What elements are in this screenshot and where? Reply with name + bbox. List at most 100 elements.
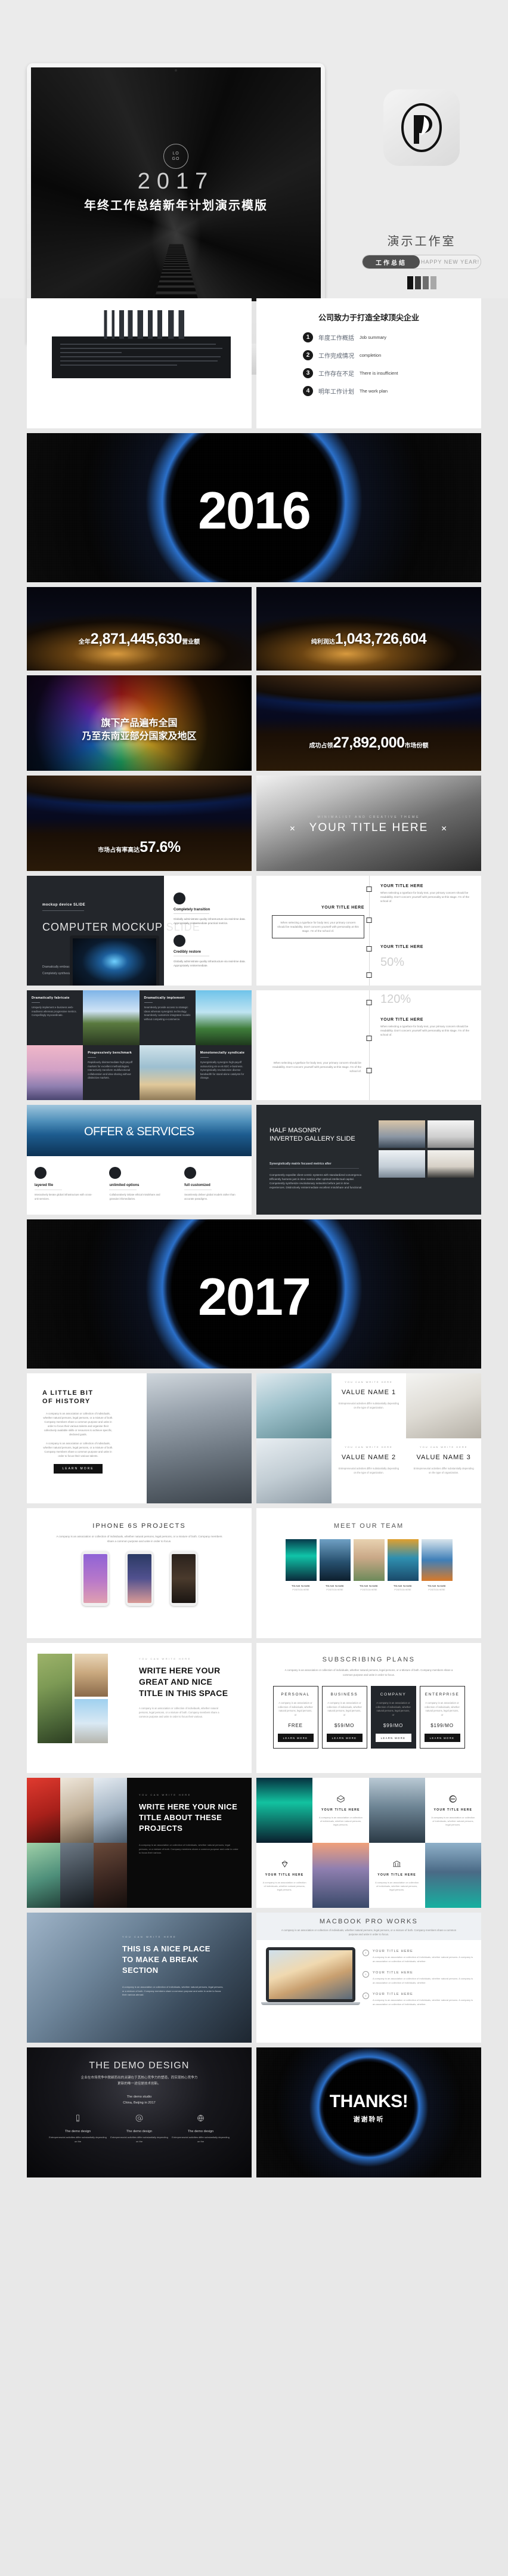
- agenda-label-cn: 明年工作计划: [318, 389, 354, 396]
- agenda-label-en: completion: [360, 353, 382, 358]
- slide-stat-market[interactable]: 成功占领27,892,000市场份额: [256, 675, 481, 771]
- cell-body: Uniquely implement e-business web-readin…: [32, 1006, 77, 1017]
- team-member[interactable]: TEAM NAME POSITION HERE: [285, 1539, 317, 1591]
- slide-team[interactable]: MEET OUR TEAM TEAM NAME POSITION HERE TE…: [256, 1508, 481, 1638]
- slide-stat-coverage[interactable]: 旗下产品遍布全国 乃至东南亚部分国家及地区: [27, 675, 252, 771]
- grid-photo-cell: [425, 1843, 481, 1908]
- coverage-text: 旗下产品遍布全国 乃至东南亚部分国家及地区: [27, 717, 252, 743]
- slide-photo-grid[interactable]: Dramatically fabricate Uniquely implemen…: [27, 990, 252, 1100]
- feature-body: Globally administrate quality infrastruc…: [174, 918, 246, 925]
- slide-intro-city[interactable]: [27, 298, 252, 428]
- demo-column: The demo design Entrepreneurial activiti…: [171, 2114, 231, 2143]
- slide-timeline[interactable]: YOUR TITLE HERE When selecting a typefac…: [256, 876, 481, 986]
- slide-break-section[interactable]: YOU CAN WRITE HERE THIS IS A NICE PLACE …: [27, 1913, 252, 2043]
- slide-history[interactable]: A LITTLE BIT OF HISTORY A company is an …: [27, 1373, 252, 1503]
- slide-timeline-2[interactable]: 120% YOUR TITLE HERE When selecting a ty…: [256, 990, 481, 1100]
- team-member[interactable]: TEAM NAME POSITION HERE: [387, 1539, 419, 1591]
- origami-icon: [337, 1794, 345, 1803]
- thanks-text: THANKS! 谢谢聆听: [256, 2092, 481, 2124]
- value-body: Entrepreneurial activities differ substa…: [413, 1467, 474, 1474]
- team-member[interactable]: TEAM NAME POSITION HERE: [421, 1539, 453, 1591]
- grid-text-cell: YOUR TITLE HERE A company is an associat…: [369, 1843, 425, 1908]
- bank-icon: [393, 1860, 401, 1867]
- plan-card[interactable]: BUSINESS A company is an association or …: [321, 1686, 367, 1749]
- tagline-primary: 工作总结: [363, 255, 420, 268]
- diamond-icon: [281, 1860, 288, 1867]
- slide-halfmasonry[interactable]: HALF MASONRY INVERTED GALLERY SLIDE Syne…: [256, 1105, 481, 1215]
- swatch: [414, 276, 421, 289]
- grid-text-cell: Dramatically fabricate Uniquely implemen…: [27, 990, 83, 1045]
- macbook-title: MACBOOK PRO WORKS: [319, 1918, 419, 1925]
- slide-demo-design[interactable]: THE DEMO DESIGN 企业在市场竞争中脱颖而出的关键在于其核心竞争力的…: [27, 2047, 252, 2177]
- list-item[interactable]: 1 年度工作概括 Job summary: [303, 332, 481, 342]
- list-item[interactable]: 3 工作存在不足 There is insufficient: [303, 368, 481, 378]
- gallery-image: [428, 1120, 474, 1148]
- write-here-text: YOU CAN WRITE HERE WRITE HERE YOUR GREAT…: [139, 1657, 228, 1719]
- slide-write-here[interactable]: YOU CAN WRITE HERE WRITE HERE YOUR GREAT…: [27, 1643, 252, 1773]
- demo-col-body: Entrepreneurial activities differ substa…: [172, 2136, 230, 2143]
- timeline-axis: [368, 990, 370, 1100]
- plan-card[interactable]: PERSONAL A company is an association or …: [272, 1686, 318, 1749]
- phone-screen-image: [171, 1554, 196, 1603]
- slide-row: YOU CAN WRITE HERE WRITE HERE YOUR GREAT…: [27, 1643, 481, 1773]
- slide-plans[interactable]: SUBSCRIBING PLANS A company is an associ…: [256, 1643, 481, 1773]
- slide-stat-share[interactable]: 市场占有率高达57.6%: [27, 776, 252, 871]
- slide-projects[interactable]: YOU CAN WRITE HERE WRITE HERE YOUR NICE …: [27, 1778, 252, 1908]
- demo-col-title: The demo design: [187, 2130, 214, 2133]
- list-item[interactable]: 2 工作完成情况 completion: [303, 350, 481, 360]
- slide-year-2016[interactable]: 2016: [27, 433, 481, 582]
- globe-icon: [197, 2115, 204, 2121]
- slide-row: YOU CAN WRITE HERE WRITE HERE YOUR NICE …: [27, 1778, 481, 1908]
- stat-suffix: 营业额: [182, 638, 200, 645]
- feature-body: A company is an association or collectio…: [373, 1977, 473, 1984]
- plan-button[interactable]: LEARN MORE: [277, 1734, 314, 1742]
- lock-icon: [34, 1167, 47, 1179]
- team-member[interactable]: TEAM NAME POSITION HERE: [353, 1539, 385, 1591]
- value-body: Entrepreneurial activities differ substa…: [338, 1402, 399, 1409]
- plan-desc: A company is an association or collectio…: [425, 1701, 460, 1716]
- feature-title: YOUR TITLE HERE: [373, 1950, 413, 1953]
- team-member[interactable]: TEAM NAME POSITION HERE: [319, 1539, 351, 1591]
- body-text-lines: [60, 344, 222, 369]
- plan-card[interactable]: COMPANY A company is an association or c…: [370, 1686, 416, 1749]
- learn-more-button[interactable]: LEARN MORE: [54, 1464, 103, 1474]
- cell-body: A company is an association or collectio…: [318, 1815, 363, 1826]
- slide-agenda[interactable]: 公司致力于打造全球顶尖企业 1 年度工作概括 Job summary 2 工作完…: [256, 298, 481, 428]
- timeline-node-icon: [366, 887, 371, 892]
- plan-button[interactable]: LEARN MORE: [424, 1734, 460, 1742]
- screen-image: [269, 1950, 352, 1999]
- gallery-image: [379, 1150, 425, 1178]
- slide-stat-profit[interactable]: 纯利润达1,043,726,604: [256, 587, 481, 671]
- plan-button[interactable]: LEARN MORE: [375, 1734, 411, 1742]
- year-2016-value: 2016: [198, 481, 311, 540]
- slide-offer-services[interactable]: OFFER & SERVICES layered file Interactiv…: [27, 1105, 252, 1215]
- plan-button[interactable]: LEARN MORE: [326, 1734, 363, 1742]
- stat-prefix: 纯利润达: [311, 638, 335, 645]
- tablet-screen-image: [73, 938, 156, 986]
- halfmasonry-body: Competently expedite client-centric syst…: [270, 1173, 363, 1189]
- slide-title-here[interactable]: MINIMALIST AND CREATIVE THEME ✕ YOUR TIT…: [256, 776, 481, 871]
- divider: [88, 1057, 97, 1058]
- demo-col-title: The demo design: [126, 2130, 153, 2133]
- slide-icon-grid[interactable]: YOUR TITLE HERE A company is an associat…: [256, 1778, 481, 1908]
- plan-card[interactable]: ENTERPRISE A company is an association o…: [419, 1686, 465, 1749]
- slide-stat-revenue[interactable]: 全年2,871,445,630营业额: [27, 587, 252, 671]
- demo-columns: The demo design Entrepreneurial activiti…: [27, 2114, 252, 2143]
- slide-values[interactable]: YOU CAN WRITE HERE VALUE NAME 1 Entrepre…: [256, 1373, 481, 1503]
- macbook-subtitle: A company is an association or collectio…: [281, 1929, 457, 1936]
- tablet-mockup: [70, 935, 159, 986]
- history-paragraph: A company is an association or collectio…: [43, 1442, 113, 1457]
- slide-macbook[interactable]: MACBOOK PRO WORKS A company is an associ…: [256, 1913, 481, 2043]
- sea-hero-image: OFFER & SERVICES: [27, 1105, 252, 1156]
- mockup-features: Completely transition Globally administr…: [174, 892, 251, 977]
- slide-year-2017[interactable]: 2017: [27, 1219, 481, 1369]
- history-title-line-2: OF HISTORY: [42, 1398, 91, 1405]
- logo-line-2: GO: [172, 157, 180, 161]
- projects-title: WRITE HERE YOUR NICE TITLE ABOUT THESE P…: [139, 1802, 238, 1833]
- timeline-entry: When selecting a typeface for body text,…: [272, 1061, 361, 1073]
- slide-thanks[interactable]: THANKS! 谢谢聆听: [256, 2047, 481, 2177]
- slide-iphone-projects[interactable]: IPHONE 6S PROJECTS A company is an assoc…: [27, 1508, 252, 1638]
- list-item[interactable]: 4 明年工作计划 The work plan: [303, 386, 481, 396]
- offer-body: Interactively iterate global infrastruct…: [34, 1193, 92, 1200]
- slide-computer-mockup[interactable]: mockup device SLIDE COMPUTER MOCKUP SLID…: [27, 876, 252, 986]
